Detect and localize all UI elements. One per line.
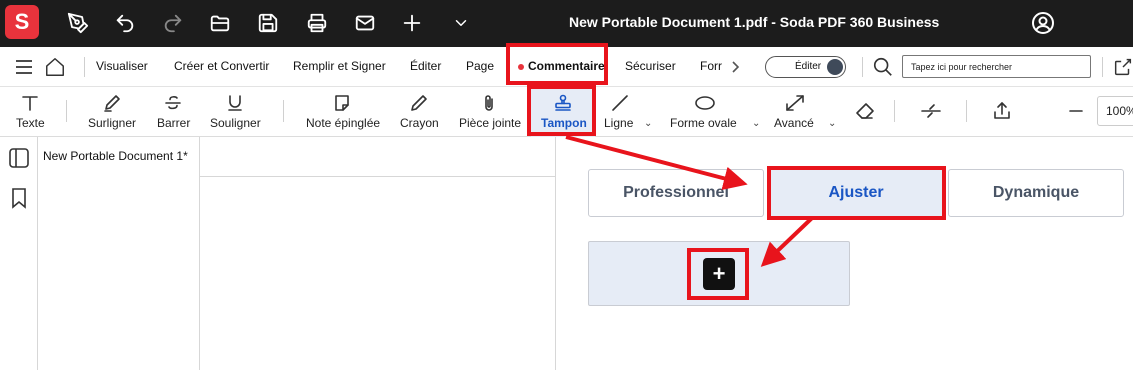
toolbar-divider bbox=[66, 100, 67, 122]
title-bar: S New Portable Document 1.pdf - Soda PDF… bbox=[0, 0, 1133, 47]
tool-tampon-label: Tampon bbox=[541, 116, 587, 130]
chevron-down-icon[interactable] bbox=[446, 8, 476, 38]
tab-professionnel[interactable]: Professionnel bbox=[588, 169, 764, 217]
account-icon[interactable] bbox=[1028, 8, 1058, 38]
document-canvas-edge bbox=[199, 176, 200, 370]
tool-souligner[interactable]: Souligner bbox=[204, 87, 268, 137]
menu-securiser[interactable]: Sécuriser bbox=[625, 59, 676, 73]
print-icon[interactable] bbox=[302, 8, 332, 38]
upload-icon bbox=[994, 102, 1010, 119]
tool-surligner[interactable]: Surligner bbox=[84, 87, 142, 137]
forme-dropdown-chevron-icon[interactable]: ⌄ bbox=[752, 118, 760, 129]
save-icon[interactable] bbox=[253, 8, 283, 38]
zoom-level-field[interactable]: 100% bbox=[1097, 96, 1133, 126]
toggle-knob bbox=[827, 59, 843, 75]
tool-texte[interactable]: Texte bbox=[6, 87, 54, 137]
zoom-out-button[interactable] bbox=[1062, 87, 1090, 137]
menu-visualiser[interactable]: Visualiser bbox=[96, 59, 148, 73]
pen-icon[interactable] bbox=[63, 8, 93, 38]
add-stamp-button[interactable]: + bbox=[703, 258, 735, 290]
tool-surligner-label: Surligner bbox=[88, 116, 137, 130]
tool-crayon-label: Crayon bbox=[400, 116, 439, 130]
plus-icon[interactable] bbox=[397, 8, 427, 38]
menu-editer[interactable]: Éditer bbox=[410, 59, 441, 73]
tool-ligne[interactable]: Ligne ⌄ bbox=[600, 87, 656, 137]
ligne-dropdown-chevron-icon[interactable]: ⌄ bbox=[644, 118, 652, 129]
toolbar-divider bbox=[966, 100, 967, 122]
menu-remplir-signer[interactable]: Remplir et Signer bbox=[293, 59, 386, 73]
share-icon[interactable] bbox=[1112, 56, 1133, 83]
tool-forme-label: Forme ovale bbox=[670, 116, 737, 130]
toolbar-divider bbox=[283, 100, 284, 122]
mail-icon[interactable] bbox=[350, 8, 380, 38]
sticky-note-icon bbox=[335, 95, 349, 111]
undo-icon[interactable] bbox=[110, 8, 140, 38]
app-logo[interactable]: S bbox=[5, 5, 39, 39]
edit-toggle-label: Éditer bbox=[795, 61, 822, 72]
menu-divider bbox=[862, 57, 863, 77]
active-dot bbox=[518, 64, 524, 70]
tool-ligne-label: Ligne bbox=[604, 116, 634, 130]
chevron-right-icon[interactable] bbox=[730, 60, 740, 79]
pencil-icon bbox=[411, 95, 427, 111]
tool-barrer-label: Barrer bbox=[157, 116, 191, 130]
tab-dynamique[interactable]: Dynamique bbox=[948, 169, 1124, 217]
tool-note-epinglee[interactable]: Note épinglée bbox=[300, 87, 388, 137]
text-tool-icon bbox=[22, 96, 38, 111]
stamp-icon bbox=[555, 94, 571, 111]
home-icon[interactable] bbox=[44, 56, 66, 83]
search-input[interactable] bbox=[902, 55, 1091, 78]
menu-divider bbox=[1102, 57, 1103, 77]
panel-divider bbox=[555, 137, 556, 370]
tool-forme-ovale[interactable]: Forme ovale ⌄ bbox=[666, 87, 762, 137]
toolbar-divider bbox=[894, 100, 895, 122]
tool-piece-jointe[interactable]: Pièce jointe bbox=[455, 87, 525, 137]
underline-icon bbox=[228, 95, 242, 111]
left-rail bbox=[0, 137, 38, 370]
line-icon bbox=[612, 95, 628, 111]
tab-ajuster[interactable]: Ajuster bbox=[768, 169, 944, 217]
window-title: New Portable Document 1.pdf - Soda PDF 3… bbox=[569, 14, 940, 30]
menu-commentaire[interactable]: Commentaire bbox=[528, 59, 605, 73]
menu-formulaires[interactable]: Forr bbox=[700, 59, 722, 73]
tool-piece-label: Pièce jointe bbox=[459, 116, 522, 130]
tool-barrer[interactable]: Barrer bbox=[152, 87, 196, 137]
compress-arrows-icon bbox=[921, 104, 941, 118]
tool-note-label: Note épinglée bbox=[306, 116, 381, 130]
redo-icon[interactable] bbox=[158, 8, 188, 38]
open-folder-icon[interactable] bbox=[205, 8, 235, 38]
tool-eraser[interactable] bbox=[848, 87, 882, 137]
panel-toggle-icon[interactable] bbox=[8, 147, 30, 171]
menu-divider bbox=[84, 57, 85, 77]
tool-crayon[interactable]: Crayon bbox=[395, 87, 447, 137]
tool-souligner-label: Souligner bbox=[210, 116, 261, 130]
tool-avance[interactable]: Avancé ⌄ bbox=[770, 87, 840, 137]
tool-collapse[interactable] bbox=[910, 87, 952, 137]
minus-icon bbox=[1069, 110, 1083, 112]
app-window: S New Portable Document 1.pdf - Soda PDF… bbox=[0, 0, 1133, 370]
eraser-icon bbox=[856, 103, 874, 119]
advanced-shape-icon bbox=[786, 95, 804, 111]
highlighter-icon bbox=[104, 95, 120, 112]
tool-upload[interactable] bbox=[982, 87, 1022, 137]
search-icon[interactable] bbox=[872, 56, 894, 83]
document-tab[interactable]: New Portable Document 1* bbox=[38, 137, 200, 177]
ellipse-icon bbox=[695, 96, 715, 110]
menu-bar: Visualiser Créer et Convertir Remplir et… bbox=[0, 47, 1133, 87]
tab-bar-divider bbox=[200, 176, 556, 177]
bookmark-icon[interactable] bbox=[8, 187, 30, 211]
paperclip-icon bbox=[485, 95, 493, 111]
comment-toolbar: Texte Surligner Barrer Souligner Note ép… bbox=[0, 87, 1133, 137]
tool-texte-label: Texte bbox=[16, 116, 45, 130]
avance-dropdown-chevron-icon[interactable]: ⌄ bbox=[828, 118, 836, 129]
tool-avance-label: Avancé bbox=[774, 116, 814, 130]
edit-toggle[interactable]: Éditer bbox=[765, 56, 846, 78]
document-tab-title: New Portable Document 1* bbox=[43, 149, 188, 163]
menu-creer-convertir[interactable]: Créer et Convertir bbox=[174, 59, 269, 73]
strikethrough-icon bbox=[165, 96, 181, 110]
tool-tampon[interactable]: Tampon bbox=[531, 87, 595, 137]
hamburger-menu-icon[interactable] bbox=[14, 58, 34, 81]
menu-page[interactable]: Page bbox=[466, 59, 494, 73]
